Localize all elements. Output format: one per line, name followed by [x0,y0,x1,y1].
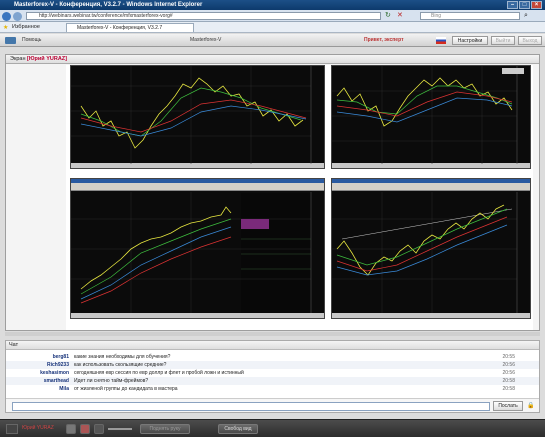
chat-text: Идет ли снятно тайм-фреймов? [74,378,149,384]
screen-label: Экран [10,56,26,62]
forward-icon[interactable] [13,12,22,21]
chat-text: как использовать скользящие средние? [74,362,167,368]
chart-plot-2 [332,66,518,164]
chat-time: 20:58 [502,386,515,392]
chart-plot-4 [332,192,518,313]
send-button[interactable]: Послать [493,401,523,411]
chat-label: Чат [9,342,19,348]
app-title: Masterforex-V [190,37,222,43]
shared-screen[interactable] [66,65,533,330]
russian-flag-icon[interactable] [436,37,446,44]
chat-message: keshasimon сегодняшняя евр сессия по евр… [6,369,539,377]
chat-user[interactable]: Rich9233 [47,361,69,369]
window-titlebar: Masterforex-V - Конференция, V3.2.7 - Wi… [0,0,545,10]
chart-toolbar-icons[interactable] [502,68,524,74]
search-input[interactable]: Bing [420,12,520,20]
minimize-button[interactable]: – [507,1,518,9]
chat-user[interactable]: keshasimon [40,369,69,377]
settings-button[interactable]: Настройки [452,36,488,45]
favorites-label[interactable]: Избранное [12,24,40,30]
chart-plot-1 [71,66,312,164]
chat-message: berg81 какие знания необходимы для обуче… [6,353,539,361]
chat-message: smarthead Идет ли снятно тайм-фреймов? 2… [6,377,539,385]
quit-button[interactable]: Выход [518,36,542,45]
chart-window-1 [70,65,325,169]
chat-panel: Чат berg81 какие знания необходимы для о… [5,340,540,413]
chat-time: 20:56 [502,362,515,368]
chat-message: Rich9233 как использовать скользящие сре… [6,361,539,369]
bottom-toolbar: Юрий YURAZ Поднять руку Свобод вид [0,419,545,437]
bottom-user-name: Юрий YURAZ [22,425,54,431]
lock-icon[interactable]: 🔒 [527,402,534,409]
close-button[interactable]: × [531,1,542,9]
favorites-star-icon[interactable]: ★ [3,24,8,31]
exit-button[interactable]: Выйти [491,36,515,45]
presenter-name: [Юрий YURAZ] [27,56,67,62]
help-link[interactable]: Помощь [22,37,41,43]
mic-mute-icon[interactable] [80,424,90,434]
free-mode-button[interactable]: Свобод вид [218,424,258,434]
speaker-icon[interactable] [94,424,104,434]
panel-splitter[interactable] [5,332,540,336]
address-input[interactable]: http://webinars.webinar.tw/conference/mf… [26,12,381,20]
chart-window-4 [331,178,531,319]
search-icon[interactable]: ⌕ [524,12,528,19]
microphone-icon[interactable] [66,424,76,434]
chat-time: 20:56 [502,370,515,376]
browser-navbar: http://webinars.webinar.tw/conference/mf… [0,10,545,22]
chat-message: Mila от жизленой группы до кандидата в м… [6,385,539,393]
favorites-bar: ★ Избранное Masterforex-V - Конференция,… [0,22,545,33]
chat-user[interactable]: berg81 [53,353,69,361]
back-icon[interactable] [2,12,11,21]
chat-time: 20:55 [502,354,515,360]
stop-icon[interactable]: ✕ [397,12,406,20]
window-title: Masterforex-V - Конференция, V3.2.7 - Wi… [14,2,203,8]
chart-window-2 [331,65,531,169]
browser-tab[interactable]: Masterforex-V - Конференция, V3.2.7 [66,23,194,32]
chat-text: какие знания необходимы для обучения? [74,354,171,360]
chat-input-row: Послать 🔒 [6,398,539,412]
raise-hand-button[interactable]: Поднять руку [140,424,190,434]
chat-text: от жизленой группы до кандидата в мастер… [74,386,178,392]
chart-plot-3 [71,192,312,313]
app-header: Помощь Masterforex-V Привет, эксперт Нас… [0,34,545,47]
chat-input[interactable] [12,402,490,411]
maximize-button[interactable]: □ [519,1,530,9]
webcam-icon[interactable] [6,424,18,434]
screen-header: Экран [Юрий YURAZ] [6,55,539,64]
chat-user[interactable]: smarthead [44,377,69,385]
chat-user[interactable]: Mila [59,385,69,393]
chat-text: сегодняшняя евр сессия по евр доллр и фл… [74,370,244,376]
screen-panel: Экран [Юрий YURAZ] [5,54,540,331]
app-logo-icon [5,37,16,44]
chart-window-3 [70,178,325,319]
volume-slider[interactable] [108,428,132,430]
greeting-text: Привет, эксперт [364,37,404,43]
chat-header: Чат [6,341,539,350]
chat-time: 20:58 [502,378,515,384]
refresh-icon[interactable]: ↻ [385,12,394,20]
